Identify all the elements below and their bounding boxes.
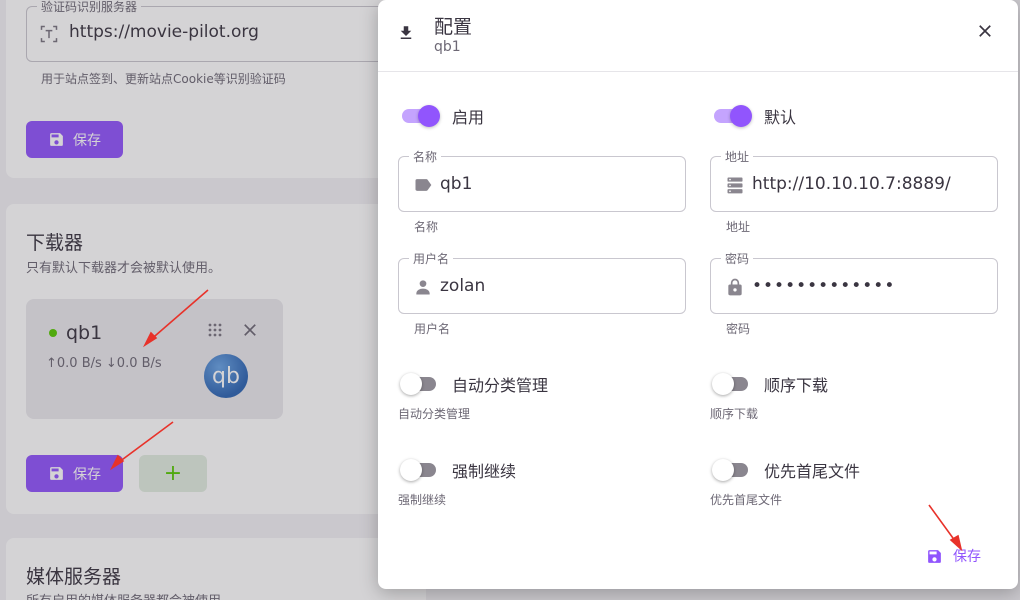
username-value: zolan xyxy=(440,276,486,296)
host-field[interactable]: 地址 http://10.10.10.7:8889/ xyxy=(710,148,998,212)
downloader-config-dialog: 配置 qb1 启用 默认 名称 qb1 名称 地址 http://10.10.1… xyxy=(378,0,1018,589)
auto-category-switch[interactable]: 自动分类管理 xyxy=(400,372,549,396)
account-icon xyxy=(416,280,430,295)
first-last-switch[interactable]: 优先首尾文件 xyxy=(712,458,861,482)
name-value: qb1 xyxy=(440,174,473,194)
host-hint: 地址 xyxy=(726,220,751,234)
close-icon[interactable] xyxy=(976,22,994,40)
sequential-label: 顺序下载 xyxy=(764,376,829,395)
force-resume-label: 强制继续 xyxy=(452,462,517,481)
default-label: 默认 xyxy=(764,108,797,127)
default-switch[interactable]: 默认 xyxy=(714,104,796,128)
lock-icon xyxy=(728,278,742,296)
dialog-subtitle: qb1 xyxy=(434,39,461,55)
name-field[interactable]: 名称 qb1 xyxy=(398,148,686,212)
dialog-header: 配置 qb1 xyxy=(378,0,1018,72)
download-icon xyxy=(400,26,412,39)
dialog-save-button[interactable]: 保存 xyxy=(926,546,981,566)
password-legend: 密码 xyxy=(721,250,754,267)
auto-category-label: 自动分类管理 xyxy=(452,376,549,395)
password-hint: 密码 xyxy=(726,322,751,336)
save-icon xyxy=(928,549,941,563)
dialog-title: 配置 xyxy=(434,16,473,38)
enable-label: 启用 xyxy=(452,108,485,127)
username-hint: 用户名 xyxy=(414,322,451,336)
first-last-label: 优先首尾文件 xyxy=(764,462,861,481)
name-hint: 名称 xyxy=(414,220,439,234)
label-icon xyxy=(415,179,432,191)
host-legend: 地址 xyxy=(721,148,754,165)
password-value: ••••••••••••• xyxy=(752,276,896,296)
host-value: http://10.10.10.7:8889/ xyxy=(752,174,951,194)
force-resume-hint: 强制继续 xyxy=(398,493,447,507)
username-field[interactable]: 用户名 zolan xyxy=(398,250,686,314)
dialog-save-label: 保存 xyxy=(953,549,981,565)
enable-switch[interactable]: 启用 xyxy=(402,104,484,128)
name-legend: 名称 xyxy=(409,148,442,165)
sequential-switch[interactable]: 顺序下载 xyxy=(712,372,829,396)
username-legend: 用户名 xyxy=(409,250,454,267)
password-field[interactable]: 密码 ••••••••••••• xyxy=(710,250,998,314)
auto-category-hint: 自动分类管理 xyxy=(398,407,471,421)
first-last-hint: 优先首尾文件 xyxy=(710,493,783,507)
sequential-hint: 顺序下载 xyxy=(710,407,759,421)
force-resume-switch[interactable]: 强制继续 xyxy=(400,458,517,482)
server-icon xyxy=(727,177,743,194)
